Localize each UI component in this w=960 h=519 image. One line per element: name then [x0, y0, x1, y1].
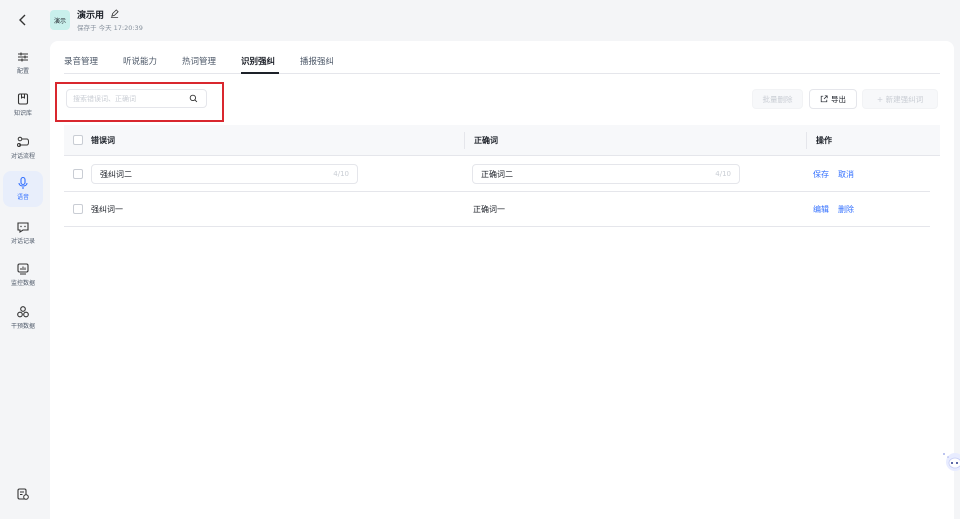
sidebar-item-label: 对话记录: [10, 238, 35, 245]
tab-hotword-management[interactable]: 热词管理: [182, 55, 216, 67]
wrong-word-cell: 强纠词一: [91, 205, 123, 214]
header-wrong-word: 错误词: [91, 136, 115, 145]
header-actions: 操作: [816, 136, 832, 145]
export-button[interactable]: 导出: [809, 89, 857, 109]
table-row: 强纠词一 正确词一 编辑 删除: [64, 192, 930, 227]
sidebar-item-dialog-records[interactable]: 对话记录: [3, 215, 43, 251]
header-correct-word: 正确词: [474, 136, 498, 145]
sidebar-item-label: 配置: [16, 68, 29, 75]
app-title: 演示用: [77, 11, 105, 21]
row-checkbox[interactable]: [73, 204, 83, 214]
main-panel: 录音管理 听说能力 热词管理 识别强纠 播报强纠 批量删除 导出 + 新建强纠词…: [50, 41, 954, 519]
active-tab-indicator: [241, 72, 279, 74]
search-input[interactable]: [73, 92, 183, 105]
row-checkbox[interactable]: [73, 169, 83, 179]
tab-listening-ability[interactable]: 听说能力: [123, 55, 157, 67]
app-avatar: 演示: [50, 10, 70, 30]
book-icon: [17, 93, 29, 105]
search-box[interactable]: [66, 89, 207, 108]
delete-link[interactable]: 删除: [838, 204, 854, 215]
sidebar-item-monitor[interactable]: 监控数据: [3, 257, 43, 293]
char-counter: 4/10: [333, 170, 349, 178]
select-all-checkbox[interactable]: [73, 135, 83, 145]
tab-recognition-correction[interactable]: 识别强纠: [241, 55, 275, 67]
sidebar-item-label: 对话流程: [10, 153, 35, 160]
column-divider: [464, 132, 465, 149]
cluster-icon: [17, 306, 29, 318]
sidebar: 配置 知识库 对话流程 语音 对话记录 监控数据 干预数据: [0, 0, 46, 519]
bulk-delete-button[interactable]: 批量删除: [752, 89, 803, 109]
correct-word-cell: 正确词一: [473, 205, 505, 214]
correct-word-input[interactable]: [481, 168, 661, 180]
edit-pencil-icon[interactable]: [110, 9, 119, 18]
search-icon[interactable]: [189, 94, 198, 103]
correct-word-field[interactable]: 4/10: [472, 164, 740, 184]
save-link[interactable]: 保存: [813, 169, 829, 180]
document-settings-icon[interactable]: [16, 487, 30, 501]
sidebar-item-label: 干预数据: [10, 323, 35, 330]
edit-link[interactable]: 编辑: [813, 204, 829, 215]
cancel-link[interactable]: 取消: [838, 169, 854, 180]
sidebar-item-label: 监控数据: [10, 280, 35, 287]
wrong-word-field[interactable]: 4/10: [91, 164, 358, 184]
sidebar-item-knowledge[interactable]: 知识库: [3, 87, 43, 123]
sidebar-item-label: 知识库: [13, 110, 32, 117]
tab-bar: 录音管理 听说能力 热词管理 识别强纠 播报强纠: [64, 41, 940, 74]
wrong-word-input[interactable]: [100, 168, 280, 180]
monitor-icon: [17, 263, 29, 275]
sidebar-item-dialog-flow[interactable]: 对话流程: [3, 130, 43, 166]
sidebar-item-voice[interactable]: 语音: [3, 171, 43, 207]
column-divider: [806, 132, 807, 149]
tab-recording-management[interactable]: 录音管理: [64, 55, 98, 67]
sidebar-item-label: 语音: [16, 194, 29, 201]
table-row: 4/10 4/10 保存 取消: [64, 157, 930, 192]
sidebar-item-intervention[interactable]: 干预数据: [3, 300, 43, 336]
microphone-icon: [18, 176, 28, 189]
export-icon: [820, 95, 828, 103]
app-header: 演示 演示用 保存于 今天 17:20:39: [46, 0, 960, 40]
table-header: 错误词 正确词 操作: [64, 125, 940, 156]
sidebar-item-config[interactable]: 配置: [3, 45, 43, 81]
export-label: 导出: [831, 94, 846, 104]
tab-broadcast-correction[interactable]: 播报强纠: [300, 55, 334, 67]
flow-icon: [17, 136, 29, 147]
char-counter: 4/10: [715, 170, 731, 178]
back-chevron-icon[interactable]: [15, 12, 31, 28]
new-correction-button[interactable]: + 新建强纠词: [862, 89, 938, 109]
save-status: 保存于 今天 17:20:39: [77, 24, 143, 32]
assistant-mascot-icon[interactable]: [941, 448, 960, 474]
chat-icon: [17, 222, 29, 234]
sliders-icon: [18, 52, 28, 62]
